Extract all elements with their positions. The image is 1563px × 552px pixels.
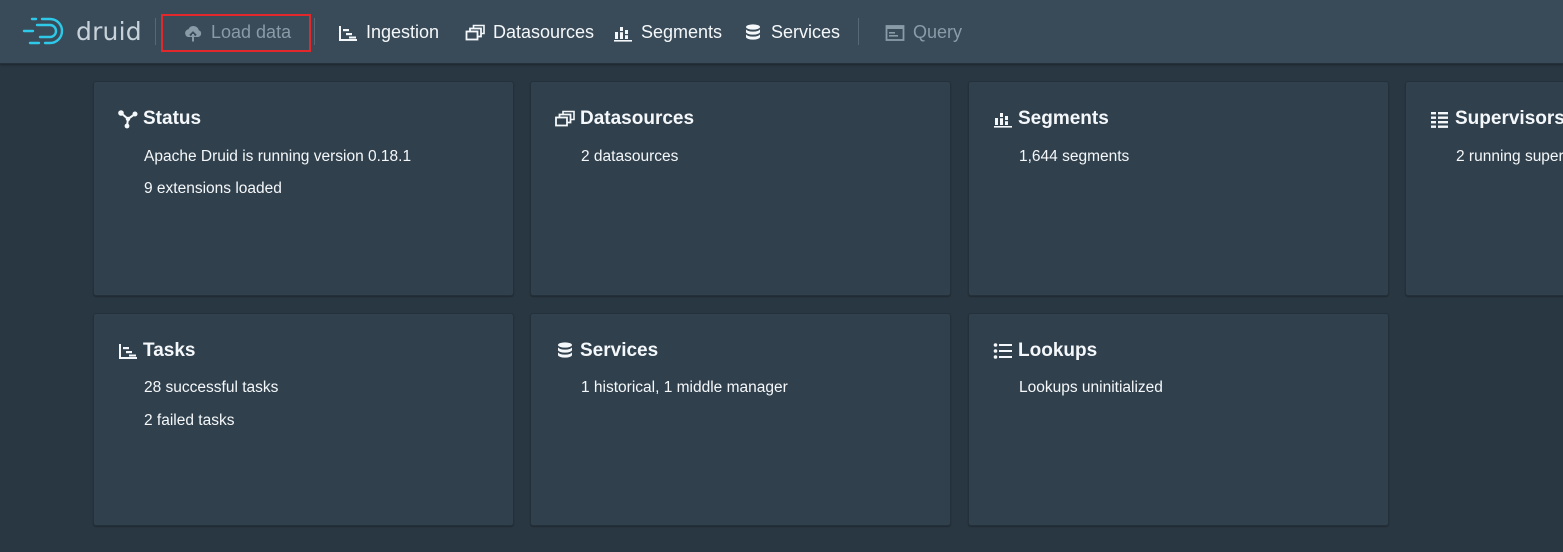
- datasources-count-text: 2 datasources: [581, 148, 679, 165]
- lookups-card-title: Lookups: [992, 340, 1097, 362]
- status-extensions-text: 9 extensions loaded: [144, 180, 282, 197]
- datasources-label: Datasources: [493, 22, 595, 42]
- tasks-successful-text: 28 successful tasks: [144, 379, 279, 396]
- datasources-card-title: Datasources: [554, 108, 694, 130]
- tasks-failed-text: 2 failed tasks: [144, 412, 235, 429]
- segments-tab[interactable]: Segments: [613, 16, 722, 49]
- highlight-box: [161, 14, 311, 52]
- nav-divider: [858, 18, 859, 45]
- logo-text: druid: [76, 16, 142, 46]
- application-icon: [885, 23, 905, 43]
- segments-card-title: Segments: [992, 108, 1109, 130]
- query-tab[interactable]: Query: [885, 16, 962, 49]
- stacked-chart-icon: [613, 23, 633, 43]
- supervisors-card-title: Supervisors: [1429, 108, 1563, 130]
- nav-divider: [155, 18, 156, 45]
- database-icon: [554, 341, 576, 361]
- segments-count-text: 1,644 segments: [1019, 148, 1130, 165]
- datasources-card[interactable]: Datasources 2 datasources: [530, 81, 951, 296]
- segments-card[interactable]: Segments 1,644 segments: [968, 81, 1389, 296]
- database-icon: [743, 23, 763, 43]
- services-card[interactable]: Services 1 historical, 1 middle manager: [530, 313, 951, 526]
- query-label: Query: [913, 22, 963, 42]
- segments-label: Segments: [641, 22, 723, 42]
- nav-divider: [314, 18, 315, 45]
- supervisors-card[interactable]: Supervisors 2 running supervisors: [1405, 81, 1563, 296]
- stacked-chart-icon: [992, 109, 1014, 129]
- lookups-status-text: Lookups uninitialized: [1019, 379, 1163, 396]
- gantt-chart-icon: [338, 23, 358, 43]
- lookups-card[interactable]: Lookups Lookups uninitialized: [968, 313, 1389, 526]
- multi-select-icon: [465, 23, 485, 43]
- properties-icon: [992, 341, 1014, 361]
- status-version-text: Apache Druid is running version 0.18.1: [144, 148, 412, 165]
- multi-select-icon: [554, 109, 576, 129]
- ingestion-tab[interactable]: Ingestion: [338, 16, 439, 49]
- services-summary-text: 1 historical, 1 middle manager: [581, 379, 788, 396]
- services-card-title: Services: [554, 340, 658, 362]
- status-card-title: Status: [117, 108, 201, 130]
- services-tab[interactable]: Services: [743, 16, 840, 49]
- druid-logo[interactable]: druid: [22, 14, 142, 48]
- tasks-card[interactable]: Tasks 28 successful tasks 2 failed tasks: [93, 313, 514, 526]
- graph-icon: [117, 109, 139, 129]
- tasks-card-title: Tasks: [117, 340, 195, 362]
- list-columns-icon: [1429, 109, 1451, 129]
- ingestion-label: Ingestion: [366, 22, 440, 42]
- druid-logo-icon: [22, 17, 64, 45]
- status-card[interactable]: Status Apache Druid is running version 0…: [93, 81, 514, 296]
- supervisors-count-text: 2 running supervisors: [1456, 148, 1563, 165]
- services-label: Services: [771, 22, 841, 42]
- gantt-chart-icon: [117, 341, 139, 361]
- datasources-tab[interactable]: Datasources: [465, 16, 594, 49]
- top-navbar: druid Load data Ingestion Datasources Se…: [0, 0, 1563, 64]
